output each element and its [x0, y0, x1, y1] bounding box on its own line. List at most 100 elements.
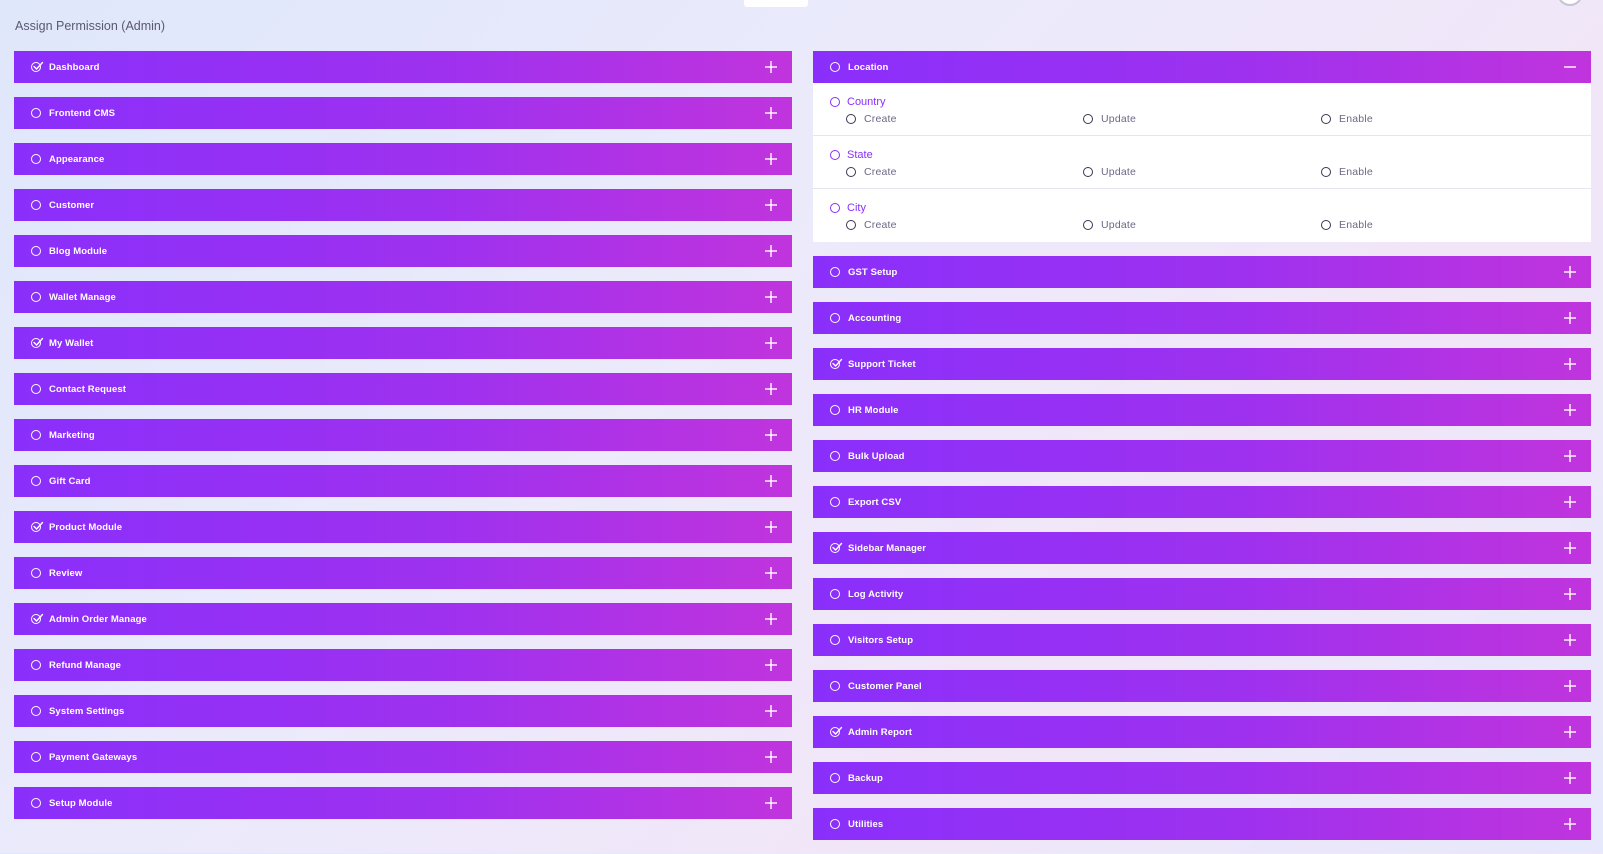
empty-circle-icon[interactable] [846, 220, 856, 230]
check-circle-icon[interactable] [31, 337, 44, 348]
permission-action-update[interactable]: Update [1083, 219, 1136, 231]
empty-circle-icon[interactable] [830, 150, 840, 160]
empty-circle-icon[interactable] [830, 635, 840, 645]
module-header-setup-module[interactable]: Setup Module [14, 787, 792, 819]
module-header-accounting[interactable]: Accounting [813, 302, 1591, 334]
module-header-hr-module[interactable]: HR Module [813, 394, 1591, 426]
plus-icon[interactable] [764, 566, 778, 580]
empty-circle-icon[interactable] [31, 200, 41, 210]
empty-circle-icon[interactable] [31, 292, 41, 302]
module-header-wallet-manage[interactable]: Wallet Manage [14, 281, 792, 313]
empty-circle-icon[interactable] [1321, 167, 1331, 177]
module-header-review[interactable]: Review [14, 557, 792, 589]
empty-circle-icon[interactable] [31, 430, 41, 440]
plus-icon[interactable] [764, 428, 778, 442]
module-header-system-settings[interactable]: System Settings [14, 695, 792, 727]
plus-icon[interactable] [1563, 633, 1577, 647]
plus-icon[interactable] [764, 198, 778, 212]
module-header-frontend-cms[interactable]: Frontend CMS [14, 97, 792, 129]
empty-circle-icon[interactable] [830, 589, 840, 599]
module-header-log-activity[interactable]: Log Activity [813, 578, 1591, 610]
module-header-payment-gateways[interactable]: Payment Gateways [14, 741, 792, 773]
module-header-refund-manage[interactable]: Refund Manage [14, 649, 792, 681]
module-header-support-ticket[interactable]: Support Ticket [813, 348, 1591, 380]
plus-icon[interactable] [764, 520, 778, 534]
plus-icon[interactable] [1563, 771, 1577, 785]
empty-circle-icon[interactable] [830, 451, 840, 461]
empty-circle-icon[interactable] [31, 384, 41, 394]
plus-icon[interactable] [1563, 311, 1577, 325]
plus-icon[interactable] [764, 704, 778, 718]
empty-circle-icon[interactable] [830, 203, 840, 213]
plus-icon[interactable] [1563, 679, 1577, 693]
empty-circle-icon[interactable] [830, 819, 840, 829]
permission-group-header[interactable]: State [813, 149, 1591, 161]
permission-action-create[interactable]: Create [846, 219, 897, 231]
module-header-my-wallet[interactable]: My Wallet [14, 327, 792, 359]
module-header-customer[interactable]: Customer [14, 189, 792, 221]
empty-circle-icon[interactable] [31, 706, 41, 716]
module-header-marketing[interactable]: Marketing [14, 419, 792, 451]
plus-icon[interactable] [1563, 357, 1577, 371]
module-header-product-module[interactable]: Product Module [14, 511, 792, 543]
permission-action-enable[interactable]: Enable [1321, 113, 1373, 125]
permission-action-update[interactable]: Update [1083, 166, 1136, 178]
empty-circle-icon[interactable] [830, 773, 840, 783]
module-header-backup[interactable]: Backup [813, 762, 1591, 794]
module-header-dashboard[interactable]: Dashboard [14, 51, 792, 83]
plus-icon[interactable] [764, 106, 778, 120]
empty-circle-icon[interactable] [31, 798, 41, 808]
module-header-bulk-upload[interactable]: Bulk Upload [813, 440, 1591, 472]
empty-circle-icon[interactable] [846, 167, 856, 177]
module-header-admin-report[interactable]: Admin Report [813, 716, 1591, 748]
check-circle-icon[interactable] [830, 542, 843, 553]
plus-icon[interactable] [1563, 403, 1577, 417]
module-header-gst-setup[interactable]: GST Setup [813, 256, 1591, 288]
permission-group-header[interactable]: City [813, 202, 1591, 214]
permission-group-header[interactable]: Country [813, 96, 1591, 108]
check-circle-icon[interactable] [31, 61, 44, 72]
empty-circle-icon[interactable] [31, 108, 41, 118]
plus-icon[interactable] [764, 382, 778, 396]
permission-action-create[interactable]: Create [846, 113, 897, 125]
module-header-export-csv[interactable]: Export CSV [813, 486, 1591, 518]
empty-circle-icon[interactable] [1083, 220, 1093, 230]
module-header-blog-module[interactable]: Blog Module [14, 235, 792, 267]
plus-icon[interactable] [764, 796, 778, 810]
empty-circle-icon[interactable] [830, 62, 840, 72]
plus-icon[interactable] [1563, 495, 1577, 509]
check-circle-icon[interactable] [31, 613, 44, 624]
empty-circle-icon[interactable] [830, 405, 840, 415]
plus-icon[interactable] [1563, 265, 1577, 279]
empty-circle-icon[interactable] [31, 246, 41, 256]
empty-circle-icon[interactable] [1321, 114, 1331, 124]
permission-action-update[interactable]: Update [1083, 113, 1136, 125]
empty-circle-icon[interactable] [846, 114, 856, 124]
plus-icon[interactable] [764, 612, 778, 626]
user-avatar[interactable] [1557, 0, 1583, 6]
empty-circle-icon[interactable] [1321, 220, 1331, 230]
empty-circle-icon[interactable] [1083, 114, 1093, 124]
module-header-admin-order-manage[interactable]: Admin Order Manage [14, 603, 792, 635]
plus-icon[interactable] [1563, 725, 1577, 739]
module-header-gift-card[interactable]: Gift Card [14, 465, 792, 497]
module-header-customer-panel[interactable]: Customer Panel [813, 670, 1591, 702]
module-header-appearance[interactable]: Appearance [14, 143, 792, 175]
empty-circle-icon[interactable] [31, 568, 41, 578]
empty-circle-icon[interactable] [830, 681, 840, 691]
empty-circle-icon[interactable] [31, 660, 41, 670]
module-header-contact-request[interactable]: Contact Request [14, 373, 792, 405]
permission-action-create[interactable]: Create [846, 166, 897, 178]
plus-icon[interactable] [1563, 449, 1577, 463]
plus-icon[interactable] [764, 658, 778, 672]
plus-icon[interactable] [764, 290, 778, 304]
plus-icon[interactable] [764, 750, 778, 764]
module-header-sidebar-manager[interactable]: Sidebar Manager [813, 532, 1591, 564]
plus-icon[interactable] [1563, 587, 1577, 601]
empty-circle-icon[interactable] [31, 752, 41, 762]
plus-icon[interactable] [764, 474, 778, 488]
plus-icon[interactable] [764, 152, 778, 166]
plus-icon[interactable] [764, 244, 778, 258]
empty-circle-icon[interactable] [1083, 167, 1093, 177]
check-circle-icon[interactable] [830, 358, 843, 369]
